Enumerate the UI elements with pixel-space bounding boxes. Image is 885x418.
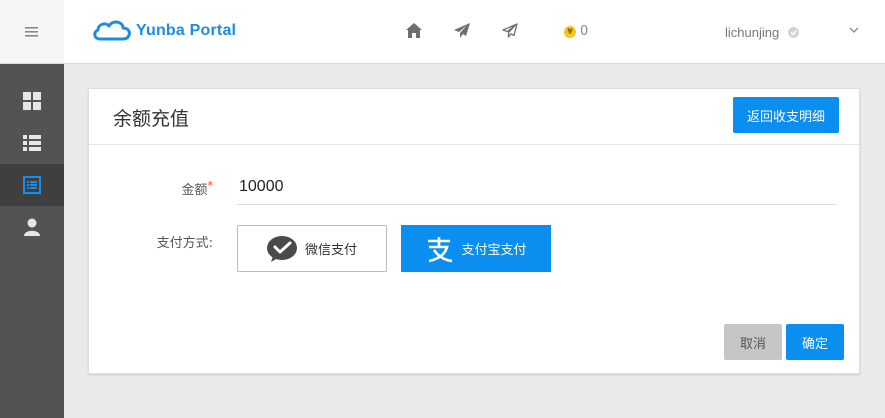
top-header: Yunba Portal ¥ 0 lichunjing xyxy=(64,0,885,64)
amount-label: 金额* xyxy=(181,179,214,198)
sidebar-item-recharge[interactable] xyxy=(0,164,64,206)
pay-wechat-option[interactable]: 微信支付 xyxy=(237,225,387,272)
sidebar-item-list[interactable] xyxy=(0,122,64,164)
page-title: 余额充值 xyxy=(113,108,190,130)
paper-plane-outline-icon[interactable] xyxy=(502,23,518,38)
cloud-logo-icon xyxy=(93,20,131,41)
cancel-button[interactable]: 取消 xyxy=(724,324,782,360)
recharge-card: 余额充值 返回收支明细 金额* 10000 支付方式: 微信支付 支付宝支付 取… xyxy=(88,88,860,374)
payment-method-label: 支付方式: xyxy=(156,236,213,251)
back-to-statement-button[interactable]: 返回收支明细 xyxy=(732,97,839,133)
wechat-icon xyxy=(266,235,297,262)
card-header: 余额充值 返回收支明细 xyxy=(89,89,859,145)
list-icon xyxy=(23,135,41,151)
username: lichunjing xyxy=(725,25,780,40)
user-icon xyxy=(24,218,40,236)
sidebar-item-user[interactable] xyxy=(0,206,64,248)
hamburger-icon xyxy=(25,26,38,37)
pay-alipay-label: 支付宝支付 xyxy=(461,243,527,258)
brand-name: Yunba Portal xyxy=(136,22,237,39)
document-list-icon xyxy=(23,176,41,194)
brand-logo[interactable]: Yunba Portal xyxy=(92,20,236,42)
user-menu[interactable]: lichunjing xyxy=(725,25,800,40)
chevron-down-icon[interactable] xyxy=(849,26,859,34)
confirm-button[interactable]: 确定 xyxy=(786,324,844,360)
alipay-icon xyxy=(425,235,453,263)
sidebar-item-dashboard[interactable] xyxy=(0,80,64,122)
coin-balance[interactable]: ¥ 0 xyxy=(564,24,588,39)
pay-alipay-option[interactable]: 支付宝支付 xyxy=(401,225,551,272)
verified-check-icon xyxy=(788,27,800,38)
dashboard-grid-icon xyxy=(23,92,41,110)
pay-wechat-label: 微信支付 xyxy=(304,243,357,258)
coin-count: 0 xyxy=(580,24,589,39)
amount-input[interactable]: 10000 xyxy=(239,178,284,196)
home-icon[interactable] xyxy=(406,23,422,38)
coin-icon: ¥ xyxy=(564,25,576,38)
required-mark: * xyxy=(207,179,214,192)
amount-input-underline xyxy=(237,204,837,205)
sidebar xyxy=(0,0,64,418)
menu-toggle-button[interactable] xyxy=(0,0,64,64)
paper-plane-filled-icon[interactable] xyxy=(454,23,470,38)
